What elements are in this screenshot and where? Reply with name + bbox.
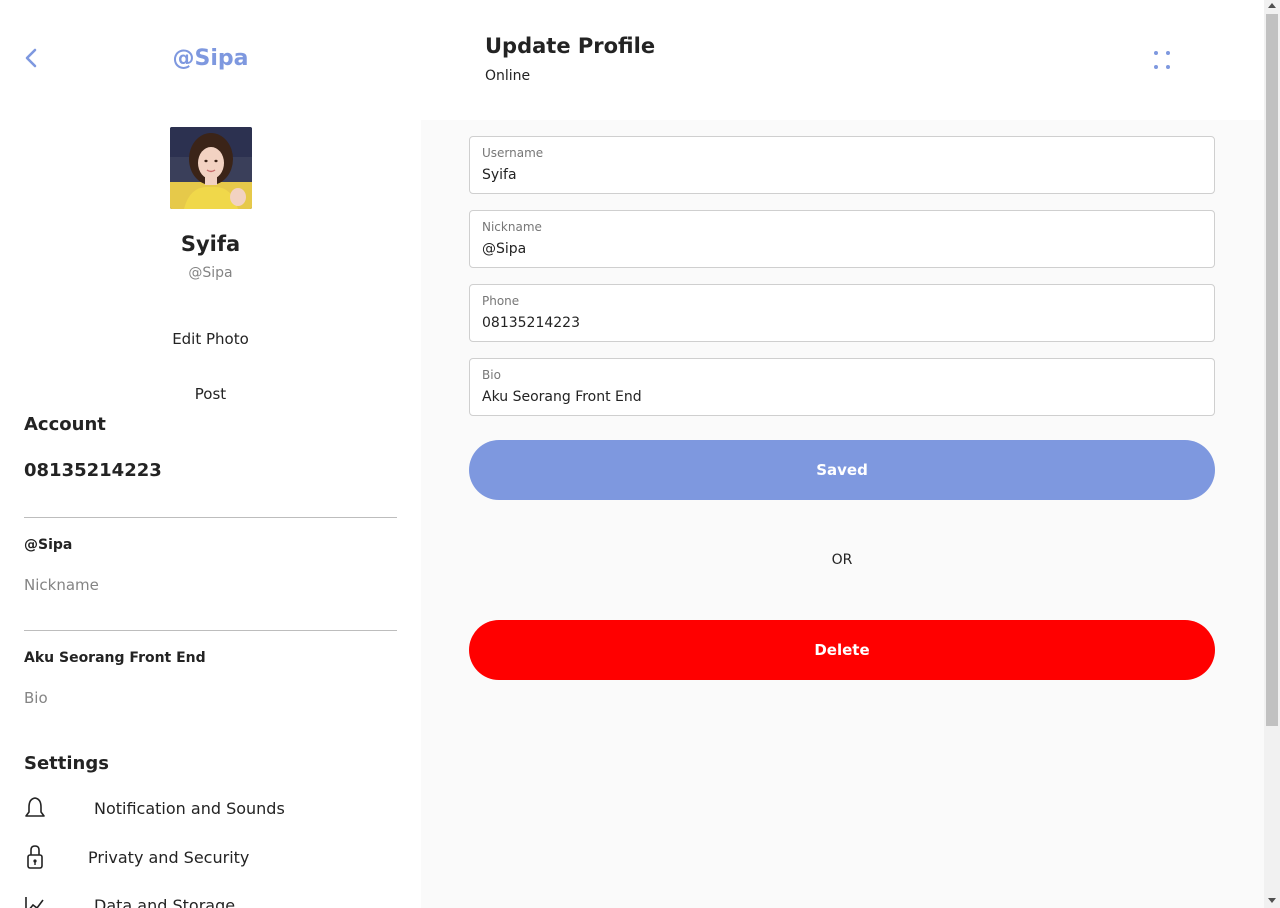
dot — [1166, 65, 1170, 69]
delete-button[interactable]: Delete — [469, 620, 1215, 680]
dot — [1154, 51, 1158, 55]
nickname-value: @Sipa — [24, 537, 73, 553]
scroll-up-arrow-icon[interactable] — [1268, 3, 1276, 8]
scrollbar[interactable] — [1264, 0, 1280, 908]
bio-label: Bio — [482, 368, 501, 382]
profile-sidebar: @Sipa Syifa @Sipa Edit Photo Post Accoun… — [0, 0, 421, 908]
profile-handle: @Sipa — [188, 265, 233, 281]
bio-label: Bio — [24, 689, 48, 707]
menu-button[interactable] — [1151, 48, 1175, 72]
settings-item-data-storage[interactable]: Data and Storage — [24, 890, 235, 908]
avatar[interactable] — [170, 127, 252, 209]
settings-item-privacy[interactable]: Privaty and Security — [24, 842, 249, 872]
username-input[interactable] — [482, 165, 1182, 185]
bio-field[interactable]: Bio — [469, 358, 1215, 416]
dot — [1166, 51, 1170, 55]
phone-field[interactable]: Phone — [469, 284, 1215, 342]
account-section-title: Account — [24, 414, 106, 435]
phone-input[interactable] — [482, 313, 1182, 333]
settings-item-label: Data and Storage — [94, 895, 236, 908]
save-button[interactable]: Saved — [469, 440, 1215, 500]
nickname-label: Nickname — [482, 220, 542, 234]
username-label: Username — [482, 146, 544, 160]
account-phone: 08135214223 — [24, 460, 162, 481]
divider — [24, 517, 397, 518]
username-field[interactable]: Username — [469, 136, 1215, 194]
settings-item-label: Privaty and Security — [88, 847, 250, 867]
settings-section-title: Settings — [24, 753, 109, 774]
page-title: Update Profile — [485, 34, 656, 58]
profile-name: Syifa — [180, 232, 241, 256]
lock-icon — [24, 844, 46, 870]
scrollbar-thumb[interactable] — [1266, 14, 1278, 726]
edit-photo-link[interactable]: Edit Photo — [0, 330, 421, 348]
divider — [24, 630, 397, 631]
avatar-photo — [170, 127, 252, 209]
phone-label: Phone — [482, 294, 520, 308]
status-text: Online — [485, 68, 531, 84]
sidebar-handle: @Sipa — [172, 46, 249, 71]
update-profile-form: Username Nickname Phone Bio Saved OR Del… — [421, 120, 1264, 908]
settings-item-label: Notification and Sounds — [94, 798, 285, 818]
bio-input[interactable] — [482, 387, 1182, 407]
dot — [1154, 65, 1158, 69]
nickname-field[interactable]: Nickname — [469, 210, 1215, 268]
settings-item-notifications[interactable]: Notification and Sounds — [24, 793, 285, 823]
scroll-down-arrow-icon[interactable] — [1268, 898, 1276, 903]
nickname-label: Nickname — [24, 576, 99, 594]
nickname-input[interactable] — [482, 239, 1182, 259]
main-header: Update Profile Online — [421, 0, 1264, 120]
bio-value: Aku Seorang Front End — [24, 650, 206, 666]
chart-icon — [24, 892, 46, 908]
bell-icon — [24, 795, 46, 821]
or-divider-text: OR — [831, 552, 853, 568]
post-link[interactable]: Post — [0, 385, 421, 403]
